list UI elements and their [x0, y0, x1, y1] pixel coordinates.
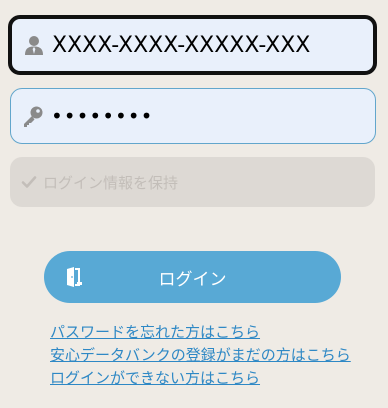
- cannot-login-link[interactable]: ログインができない方はこちら: [50, 367, 351, 390]
- key-icon: [24, 106, 43, 127]
- user-id-input[interactable]: [52, 19, 365, 71]
- check-icon: [21, 176, 37, 188]
- remember-login-label: ログイン情報を保持: [43, 173, 179, 192]
- remember-login-toggle[interactable]: ログイン情報を保持: [10, 157, 375, 207]
- user-id-field[interactable]: [8, 15, 377, 75]
- user-icon: [25, 36, 43, 55]
- help-links: パスワードを忘れた方はこちら 安心データバンクの登録がまだの方はこちら ログイン…: [50, 321, 351, 390]
- password-input[interactable]: [51, 89, 367, 143]
- register-link[interactable]: 安心データバンクの登録がまだの方はこちら: [50, 344, 351, 367]
- login-button[interactable]: ログイン: [44, 251, 341, 303]
- login-button-label: ログイン: [158, 269, 227, 290]
- door-icon: [67, 267, 82, 287]
- forgot-password-link[interactable]: パスワードを忘れた方はこちら: [50, 321, 351, 344]
- password-field[interactable]: [10, 88, 376, 144]
